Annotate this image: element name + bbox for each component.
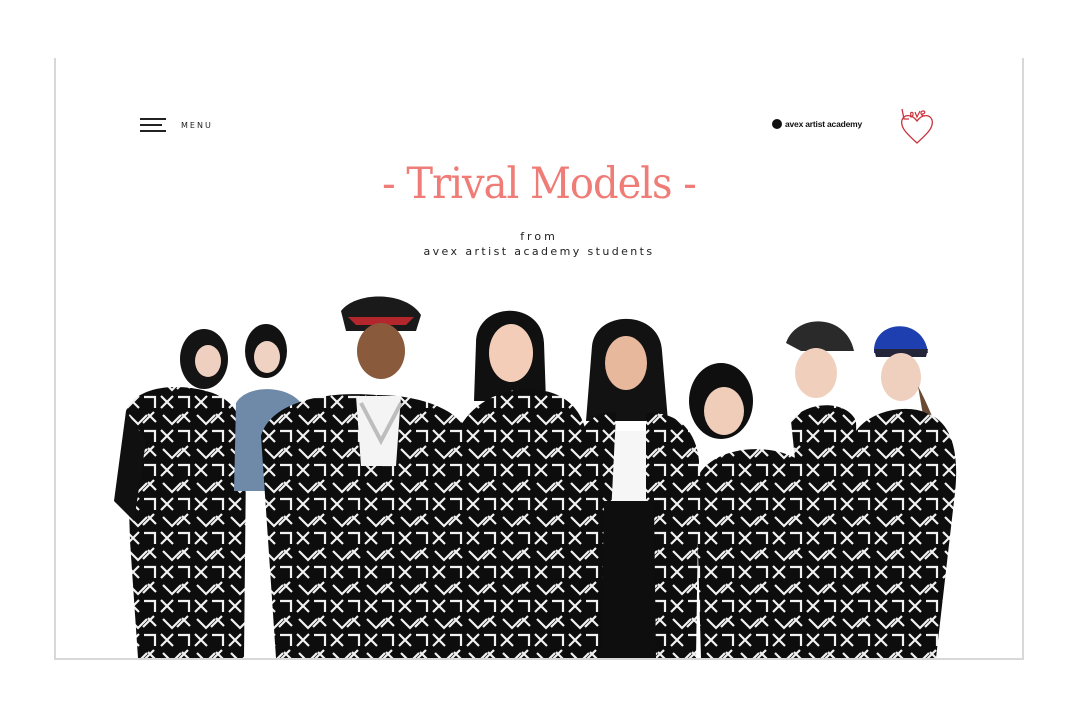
hero-title: - Trival Models - [382, 159, 697, 209]
love-heart-logo[interactable] [896, 103, 938, 147]
brand-logo[interactable]: avex artist academy [772, 119, 862, 129]
person-8 [851, 326, 957, 658]
from-text: from [520, 230, 558, 243]
menu-label: MENU [181, 120, 213, 130]
brand-name: avex artist academy [785, 119, 863, 129]
hamburger-icon [140, 117, 166, 133]
person-1 [114, 329, 247, 658]
page-content: MENU avex artist academy - Trival Models… [56, 91, 1022, 658]
person-5 [571, 318, 699, 658]
person-3 [261, 296, 476, 658]
person-4 [454, 310, 589, 658]
menu-button[interactable]: MENU [140, 117, 213, 133]
avex-logo-icon [772, 119, 782, 129]
browser-viewport: MENU avex artist academy - Trival Models… [54, 58, 1024, 660]
group-photo [114, 296, 957, 658]
hero-subtitle: avex artist academy students [423, 245, 655, 258]
